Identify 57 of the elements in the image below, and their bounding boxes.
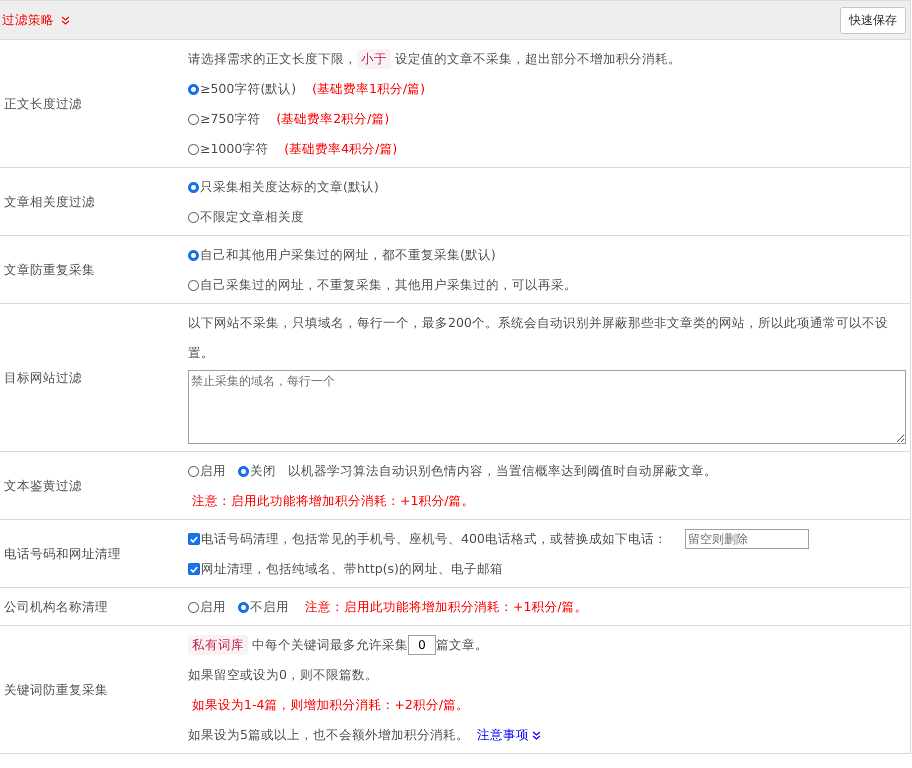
radio-button[interactable] — [188, 182, 199, 192]
radio-option[interactable]: 不启用 — [238, 592, 289, 622]
radio-option[interactable]: ≥1000字符 — [188, 134, 268, 164]
warning-text: (基础费率2积分/篇) — [276, 110, 390, 128]
hint-text: 篇文章。 — [436, 636, 488, 654]
setting-label: 文章防重复采集 — [3, 262, 96, 278]
radio-option[interactable]: ≥500字符(默认) — [188, 74, 296, 104]
setting-label: 关键词防重复采集 — [3, 682, 109, 698]
radio-button[interactable] — [238, 466, 249, 476]
notes-link[interactable]: 注意事项 — [476, 720, 541, 750]
hint-text: 以机器学习算法自动识别色情内容，当置信概率达到阈值时自动屏蔽文章。 — [288, 462, 717, 480]
checkbox[interactable] — [188, 533, 200, 545]
warning-text: (基础费率1积分/篇) — [312, 80, 426, 98]
radio-button[interactable] — [188, 84, 199, 94]
radio-option[interactable]: 自己采集过的网址，不重复采集，其他用户采集过的，可以再采。 — [188, 270, 577, 300]
radio-button[interactable] — [188, 144, 199, 154]
setting-label: 文章相关度过滤 — [3, 194, 96, 210]
radio-button[interactable] — [188, 250, 199, 260]
warning-text: 如果设为1-4篇，则增加积分消耗：+2积分/篇。 — [192, 696, 470, 714]
radio-option[interactable]: 关闭 — [238, 456, 276, 486]
setting-label: 目标网站过滤 — [3, 370, 83, 386]
warning-text: 注意：启用此功能将增加积分消耗：+1积分/篇。 — [192, 492, 475, 510]
setting-label: 公司机构名称清理 — [3, 598, 109, 616]
radio-button[interactable] — [188, 280, 199, 290]
quick-save-button[interactable]: 快速保存 — [840, 6, 906, 34]
radio-option[interactable]: ≥750字符 — [188, 104, 260, 134]
hint-text: 如果设为5篇或以上，也不会额外增加积分消耗。 — [188, 726, 469, 744]
setting-label: 文本鉴黄过滤 — [3, 478, 83, 494]
hint-text: 以下网站不采集，只填域名，每行一个，最多200个。系统会自动识别并屏蔽那些非文章类的网站，所以此项通常可以不设置。 — [188, 314, 889, 362]
setting-label: 电话号码和网址清理 — [3, 546, 122, 562]
domain-textarea[interactable]: 禁止采集的域名，每行一个 — [188, 370, 906, 444]
phone-input-field[interactable]: 留空则删除 — [684, 529, 809, 549]
radio-option[interactable]: 启用 — [188, 456, 226, 486]
radio-option[interactable]: 自己和其他用户采集过的网址，都不重复采集(默认) — [188, 240, 496, 270]
radio-button[interactable] — [238, 602, 249, 612]
double-chevron-down-icon — [532, 730, 541, 740]
radio-option[interactable]: 只采集相关度达标的文章(默认) — [188, 172, 379, 202]
radio-option[interactable]: 不限定文章相关度 — [188, 202, 304, 232]
checkbox[interactable] — [188, 563, 200, 575]
hint-text: 设定值的文章不采集，超出部分不增加积分消耗。 — [395, 50, 681, 68]
radio-button[interactable] — [188, 114, 199, 124]
checkbox-option[interactable]: 网址清理，包括纯域名、带http(s)的网址、电子邮箱 — [188, 554, 503, 584]
hint-text: 如果留空或设为0，则不限篇数。 — [188, 666, 378, 684]
warning-text: (基础费率4积分/篇) — [284, 140, 398, 158]
count-input-field[interactable]: 0 — [408, 635, 436, 655]
checkbox-option[interactable]: 电话号码清理，包括常见的手机号、座机号、400电话格式，或替换成如下电话： — [188, 524, 667, 554]
keyword-tag: 私有词库 — [188, 635, 248, 655]
radio-button[interactable] — [188, 212, 199, 222]
radio-button[interactable] — [188, 466, 199, 476]
setting-label: 正文长度过滤 — [3, 96, 83, 112]
hint-text: 中每个关键词最多允许采集 — [252, 636, 408, 654]
hint-text: 请选择需求的正文长度下限， — [188, 50, 357, 68]
radio-option[interactable]: 启用 — [188, 592, 226, 622]
warning-text: 注意：启用此功能将增加积分消耗：+1积分/篇。 — [305, 598, 588, 616]
radio-button[interactable] — [188, 602, 199, 612]
double-chevron-down-icon — [61, 16, 70, 24]
keyword-tag: 小于 — [357, 49, 391, 69]
